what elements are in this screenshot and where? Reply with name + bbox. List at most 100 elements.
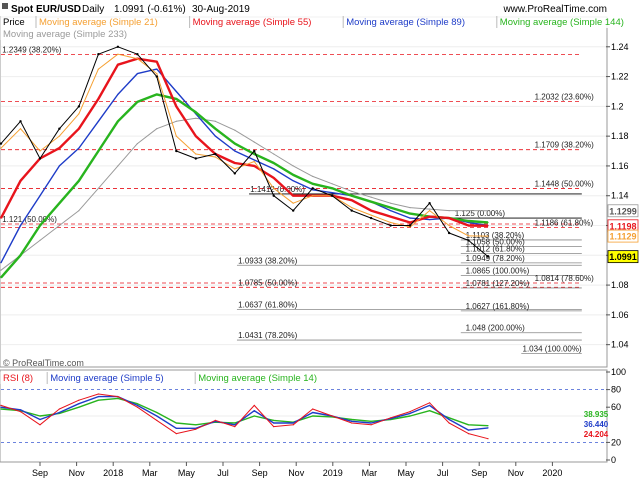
series-point [0, 262, 2, 264]
series-point [214, 135, 216, 137]
fib-level-label: 1.0933 (38.20%) [238, 256, 297, 265]
rsi-point [273, 426, 275, 428]
rsi-point [136, 406, 138, 408]
price-tick-label: 1.16 [611, 161, 629, 171]
series-point [175, 90, 177, 93]
series-point [292, 165, 294, 167]
series-point [39, 150, 41, 152]
legend-item-label[interactable]: Moving average (Simple 233) [3, 29, 127, 40]
price-tick-label: 1.06 [611, 310, 629, 320]
rsi-point [370, 424, 372, 426]
rsi-point [0, 408, 2, 410]
rsi-point [429, 404, 431, 406]
series-point [486, 255, 490, 258]
time-tick-label: May [178, 468, 196, 478]
series-point [429, 219, 431, 221]
series-point [448, 210, 450, 212]
series-point [39, 195, 41, 197]
series-point [156, 68, 158, 70]
series-point [39, 239, 41, 241]
rsi-point [273, 419, 275, 421]
series-point [58, 165, 61, 167]
series-point [214, 128, 216, 130]
series-point [273, 153, 275, 155]
instrument-name: Spot EUR/USD [11, 4, 81, 15]
rsi-point [175, 433, 177, 435]
rsi-point [253, 404, 255, 406]
menu-icon[interactable] [2, 3, 8, 9]
rsi-point [370, 420, 372, 422]
series-point [390, 202, 392, 204]
fib-level-label: 1.1412 (0.00%) [250, 185, 305, 194]
fib-level-label: 1.0814 (78.60%) [535, 274, 594, 283]
series-point [351, 199, 353, 201]
series-point [331, 187, 333, 189]
legend-item-label[interactable]: Moving average (Simple 55) [193, 17, 312, 28]
rsi-point [351, 420, 353, 422]
series-point [0, 217, 2, 219]
legend-item-label[interactable]: Moving average (Simple 14) [198, 373, 317, 384]
series-point [351, 190, 353, 192]
chart-date: 30-Aug-2019 [192, 4, 250, 15]
series-point [234, 129, 236, 131]
series-point [116, 45, 120, 48]
series-point [214, 152, 217, 156]
time-tick-label: 2020 [542, 468, 562, 478]
rsi-point [351, 422, 353, 424]
rsi-point [448, 422, 450, 424]
series-point [0, 269, 2, 271]
rsi-point [312, 408, 314, 410]
rsi-point [292, 424, 294, 426]
series-point [234, 150, 236, 152]
eurusd-chart[interactable]: Spot EUR/USD Daily 1.0991 (-0.61%) 30-Au… [0, 0, 640, 480]
series-point [312, 175, 314, 177]
series-point [292, 195, 294, 197]
series-point [136, 53, 139, 56]
rsi-point [195, 424, 197, 426]
series-point [117, 93, 119, 95]
time-tick-label: Mar [362, 468, 378, 478]
legend-item-label[interactable]: Moving average (Simple 21) [39, 17, 158, 28]
price-tag-label: 1.0991 [609, 252, 637, 262]
legend-item-label[interactable]: RSI (8) [3, 373, 33, 384]
rsi-point [234, 426, 236, 428]
series-point [58, 127, 61, 130]
series-point [78, 128, 80, 130]
fib-level-label: 1.0637 (61.80%) [238, 300, 297, 309]
legend-item-label[interactable]: Price [3, 17, 25, 28]
rsi-point [292, 422, 294, 424]
series-point [58, 147, 61, 149]
price-tick-label: 1.14 [611, 191, 629, 201]
series-point [234, 168, 236, 170]
rsi-point [429, 402, 431, 404]
price-tick-label: 1.18 [611, 131, 629, 141]
series-point [117, 120, 119, 122]
series-point [351, 195, 353, 197]
series-point [19, 224, 22, 227]
series-point [156, 73, 158, 75]
series-point [117, 64, 119, 66]
series-point [156, 93, 158, 95]
rsi-tick-label: 0 [611, 455, 616, 465]
rsi-point [214, 419, 216, 421]
rsi-point [39, 415, 41, 417]
legend-item-label[interactable]: Moving average (Simple 144) [500, 17, 624, 28]
series-point [487, 225, 489, 227]
series-point [312, 195, 314, 197]
series-point [253, 160, 255, 163]
legend-item-label[interactable]: Moving average (Simple 5) [50, 373, 164, 384]
rsi-point [312, 411, 314, 414]
series-point [38, 157, 42, 160]
price-tag-label: 1.1129 [609, 232, 636, 242]
series-point [117, 165, 119, 167]
price-tag-label: 1.1299 [609, 206, 637, 216]
rsi-point [19, 409, 22, 411]
series-point [19, 254, 22, 256]
rsi-point [253, 415, 255, 417]
series-point [234, 162, 236, 164]
series-point [448, 224, 450, 227]
series-point [58, 224, 61, 227]
legend-item-label[interactable]: Moving average (Simple 89) [346, 17, 465, 28]
series-point [370, 210, 372, 212]
series-point [350, 209, 353, 212]
